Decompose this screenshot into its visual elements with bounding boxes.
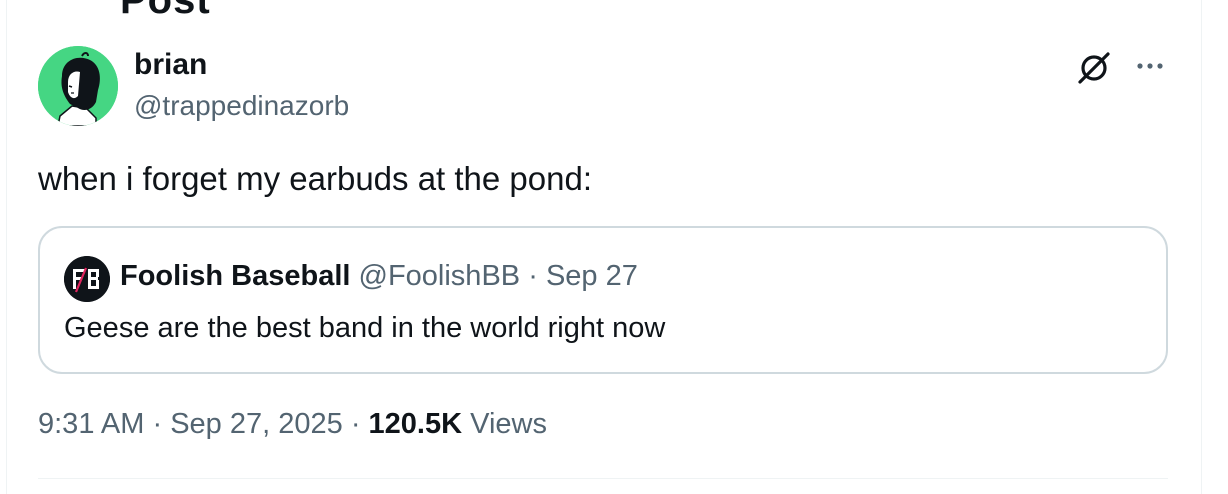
views-label: Views <box>470 408 547 440</box>
grok-icon-glyph <box>1078 52 1110 84</box>
post-page: Post brian @trappedinazorb when i forget… <box>0 0 1228 494</box>
tweet-time[interactable]: 9:31 AM <box>38 408 144 440</box>
quoted-separator: · <box>528 260 538 292</box>
quoted-tweet-header: Foolish Baseball @FoolishBB · Sep 27 <box>120 260 638 293</box>
author-handle[interactable]: @trappedinazorb <box>134 90 349 122</box>
quoted-author-name[interactable]: Foolish Baseball <box>120 260 350 292</box>
page-title: Post <box>120 0 211 22</box>
divider <box>38 478 1168 479</box>
author-avatar[interactable] <box>38 46 118 126</box>
tweet-date[interactable]: Sep 27, 2025 <box>170 408 343 440</box>
grok-icon[interactable] <box>1076 50 1112 86</box>
author-name[interactable]: brian <box>134 48 207 82</box>
avatar-illustration <box>38 46 118 126</box>
tweet-meta: 9:31 AM · Sep 27, 2025 · 120.5K Views <box>38 408 547 441</box>
foolish-baseball-logo-icon <box>64 256 110 302</box>
tweet-text: when i forget my earbuds at the pond: <box>38 160 593 197</box>
quoted-date[interactable]: Sep 27 <box>546 260 638 292</box>
quoted-tweet-card[interactable]: Foolish Baseball @FoolishBB · Sep 27 Gee… <box>38 226 1168 374</box>
quoted-tweet-text: Geese are the best band in the world rig… <box>64 312 666 344</box>
more-icon-glyph <box>1137 63 1163 69</box>
quoted-author-avatar[interactable] <box>64 256 110 302</box>
meta-separator: · <box>152 408 163 440</box>
quoted-author-handle[interactable]: @FoolishBB <box>359 260 521 292</box>
more-icon[interactable] <box>1132 52 1168 82</box>
views-count: 120.5K <box>368 408 463 440</box>
meta-separator-2: · <box>350 408 361 440</box>
